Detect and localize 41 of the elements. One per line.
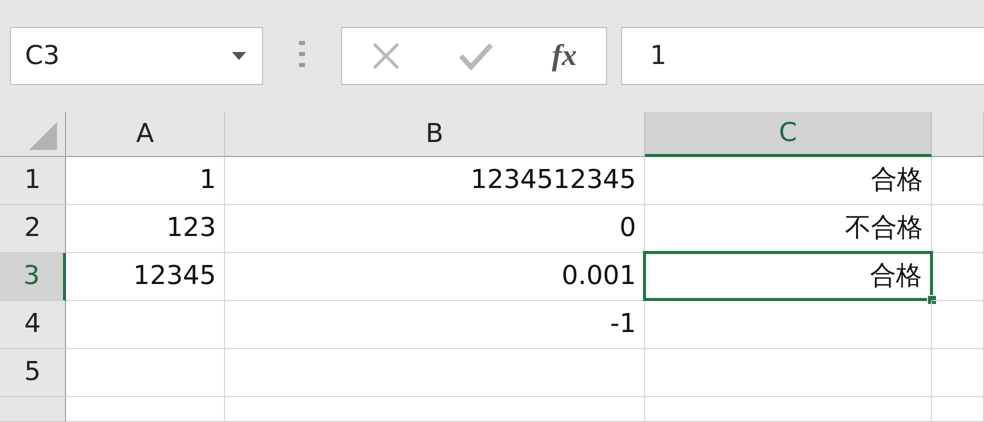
row-header[interactable]: 4	[0, 301, 66, 349]
grip-icon[interactable]	[298, 41, 306, 69]
corner-triangle-icon	[29, 122, 57, 150]
name-box[interactable]: C3	[10, 27, 263, 85]
table-cell[interactable]: 1234512345	[225, 157, 645, 205]
table-cell[interactable]	[645, 301, 932, 349]
table-cell[interactable]	[645, 349, 932, 397]
row-header[interactable]: 1	[0, 157, 66, 205]
table-cell[interactable]	[932, 301, 984, 349]
column-header[interactable]: C	[645, 112, 932, 157]
table-cell[interactable]	[66, 301, 225, 349]
table-cell[interactable]	[932, 253, 984, 301]
table-cell[interactable]: 12345	[66, 253, 225, 301]
table-cell[interactable]: 1	[66, 157, 225, 205]
table-cell[interactable]: 0.001	[225, 253, 645, 301]
table-cell[interactable]	[225, 397, 645, 422]
select-all-button[interactable]	[0, 112, 66, 157]
table-cell[interactable]	[932, 157, 984, 205]
table-cell[interactable]: 不合格	[645, 205, 932, 253]
column-header[interactable]: A	[66, 112, 225, 157]
dropdown-caret-icon	[232, 52, 246, 60]
table-cell[interactable]	[225, 349, 645, 397]
insert-function-button[interactable]: fx	[552, 41, 577, 71]
table-cell[interactable]: -1	[225, 301, 645, 349]
fill-handle[interactable]	[927, 295, 937, 305]
table-cell[interactable]: 123	[66, 205, 225, 253]
row-header[interactable]: 5	[0, 349, 66, 397]
column-header[interactable]: B	[225, 112, 645, 157]
table-cell[interactable]	[932, 205, 984, 253]
table-cell[interactable]	[932, 397, 984, 422]
table-cell[interactable]	[66, 397, 225, 422]
row-header[interactable]: 2	[0, 205, 66, 253]
row-header[interactable]: 3	[0, 253, 66, 301]
table-cell[interactable]	[932, 349, 984, 397]
table-cell[interactable]	[645, 397, 932, 422]
table-cell[interactable]: 合格	[645, 157, 932, 205]
column-header[interactable]	[932, 112, 984, 157]
row-header[interactable]	[0, 397, 66, 422]
table-cell[interactable]	[66, 349, 225, 397]
formula-field[interactable]: 1	[621, 27, 984, 85]
table-cell[interactable]: 0	[225, 205, 645, 253]
